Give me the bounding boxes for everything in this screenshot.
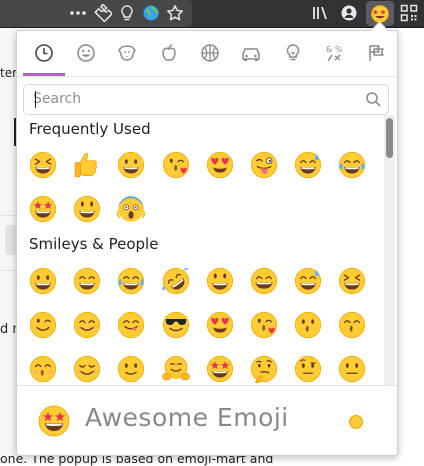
tab-objects[interactable] — [272, 31, 314, 75]
tab-symbols[interactable]: &% — [313, 31, 355, 75]
car-icon — [242, 48, 260, 61]
active-tab-indicator — [23, 73, 65, 76]
emoji-laughing[interactable] — [332, 261, 372, 301]
section-title: Frequently Used — [29, 120, 151, 138]
tab-animals-nature[interactable] — [106, 31, 148, 75]
emoji-grinning-sweat[interactable] — [288, 261, 328, 301]
symbols-icon: &% — [326, 45, 343, 62]
star-struck-emoji-icon[interactable] — [370, 3, 390, 23]
emoji-tears-of-joy[interactable] — [111, 261, 151, 301]
page-divider — [0, 270, 16, 271]
tab-smileys-people[interactable] — [65, 31, 107, 75]
tab-flags[interactable] — [355, 31, 397, 75]
emoji-scroll-area[interactable]: Frequently Used Smileys & People — [17, 115, 397, 385]
section-title: Smileys & People — [29, 235, 159, 253]
page-text-fragment: ter — [0, 66, 18, 80]
page-divider — [0, 215, 16, 216]
scrollbar-thumb[interactable] — [386, 118, 393, 158]
emoji-grinning[interactable] — [111, 145, 151, 185]
qr-code-icon[interactable] — [399, 3, 419, 23]
skin-tone-selector[interactable] — [349, 415, 363, 429]
library-icon[interactable] — [310, 3, 330, 23]
search-box — [23, 84, 389, 115]
search-icon[interactable] — [365, 91, 382, 108]
more-icon[interactable] — [68, 3, 88, 23]
emoji-rofl[interactable] — [156, 261, 196, 301]
emoji-face-blowing-kiss[interactable] — [244, 305, 284, 345]
emoji-grinning-squinting-eyes[interactable] — [244, 261, 284, 301]
svg-text:%: % — [335, 45, 343, 54]
emoji-sunglasses[interactable] — [156, 305, 196, 345]
tab-food-drink[interactable] — [148, 31, 190, 75]
search-input[interactable] — [33, 89, 353, 109]
preview-title: Awesome Emoji — [85, 403, 289, 432]
account-icon[interactable] — [339, 3, 359, 23]
flag-icon — [369, 45, 384, 61]
globe-icon[interactable] — [141, 3, 161, 23]
emoji-raised-eyebrow[interactable] — [288, 349, 328, 385]
star-icon[interactable] — [165, 3, 185, 23]
preview-emoji — [34, 401, 74, 441]
emoji-heart-eyes[interactable] — [200, 305, 240, 345]
emoji-kissing-closed-eyes[interactable] — [23, 349, 63, 385]
emoji-heart-eyes[interactable] — [200, 145, 240, 185]
emoji-winking-tongue[interactable] — [244, 145, 284, 185]
emoji-kissing-smiling-eyes[interactable] — [332, 305, 372, 345]
emoji-screaming[interactable] — [111, 189, 151, 229]
emoji-yum[interactable] — [111, 305, 151, 345]
tab-travel-places[interactable] — [230, 31, 272, 75]
smiley-icon — [77, 44, 95, 62]
category-bar: &% — [17, 31, 397, 77]
basketball-icon — [201, 44, 219, 62]
emoji-star-struck[interactable] — [200, 349, 240, 385]
emoji-slightly-smiling[interactable] — [111, 349, 151, 385]
emoji-star-struck[interactable] — [23, 189, 63, 229]
emoji-kissing[interactable] — [288, 305, 328, 345]
clock-icon — [35, 44, 53, 62]
emoji-winking[interactable] — [23, 305, 63, 345]
emoji-picker-popup: &% Frequently Used Smileys & People Awes… — [16, 30, 398, 456]
browser-toolbar — [0, 0, 424, 28]
lightbulb-icon — [286, 44, 300, 61]
emoji-thumbs-up[interactable] — [67, 145, 107, 185]
emoji-neutral[interactable] — [332, 349, 372, 385]
svg-text:&: & — [326, 45, 332, 54]
tab-frequently-used[interactable] — [23, 31, 65, 75]
page-button-fragment — [5, 225, 16, 255]
emoji-smiley[interactable] — [67, 189, 107, 229]
text-cursor — [35, 91, 36, 108]
dog-icon — [118, 45, 136, 61]
tab-activity[interactable] — [189, 31, 231, 75]
emoji-beaming[interactable] — [67, 261, 107, 301]
emoji-relaxed[interactable] — [67, 349, 107, 385]
emoji-smiley[interactable] — [200, 261, 240, 301]
emoji-tears-of-joy[interactable] — [332, 145, 372, 185]
emoji-grinning[interactable] — [23, 261, 63, 301]
emoji-grinning-sweat[interactable] — [288, 145, 328, 185]
emoji-thinking[interactable] — [244, 349, 284, 385]
emoji-smiling-eyes[interactable] — [67, 305, 107, 345]
apple-icon — [162, 44, 176, 61]
emoji-laughing[interactable] — [23, 145, 63, 185]
extension-icon[interactable] — [93, 3, 113, 23]
emoji-hugging[interactable] — [156, 349, 196, 385]
preview-bar: Awesome Emoji — [17, 385, 397, 455]
emoji-face-blowing-kiss[interactable] — [156, 145, 196, 185]
lightbulb-icon[interactable] — [117, 3, 137, 23]
